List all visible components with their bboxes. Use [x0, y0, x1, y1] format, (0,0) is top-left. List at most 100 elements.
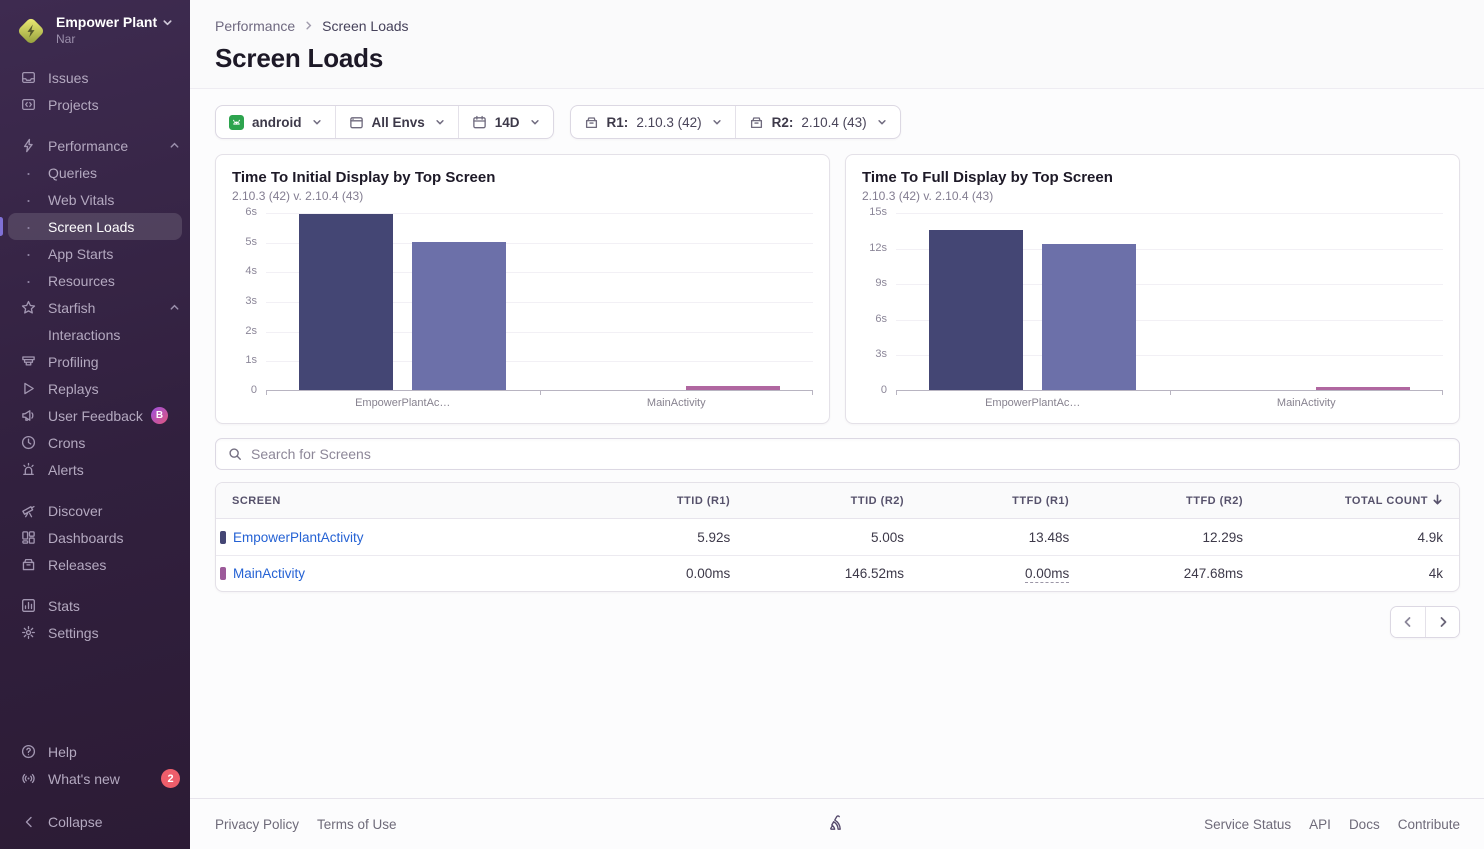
sidebar-item-settings[interactable]: Settings: [0, 619, 190, 646]
sidebar-item-app-starts[interactable]: ·App Starts: [0, 240, 190, 267]
page-title: Screen Loads: [215, 43, 1460, 74]
sidebar-item-performance[interactable]: Performance: [0, 132, 190, 159]
bullet-icon: ·: [20, 168, 37, 178]
sidebar-item-interactions[interactable]: Interactions: [0, 321, 190, 348]
date-range-filter[interactable]: 14D: [458, 106, 553, 138]
sidebar-item-label: Settings: [48, 625, 99, 641]
ttfd-chart-card: Time To Full Display by Top Screen 2.10.…: [845, 154, 1460, 424]
ttid-chart-title: Time To Initial Display by Top Screen: [232, 169, 813, 186]
page-header: Performance Screen Loads Screen Loads: [190, 0, 1484, 89]
sidebar-item-help[interactable]: Help: [0, 738, 190, 765]
sidebar: Empower Plant Nar IssuesProjects Performa…: [0, 0, 190, 849]
sidebar-item-starfish[interactable]: Starfish: [0, 294, 190, 321]
siren-icon: [20, 462, 37, 477]
environment-filter[interactable]: All Envs: [335, 106, 458, 138]
footer-link-docs[interactable]: Docs: [1349, 817, 1380, 832]
column-header-total-count[interactable]: TOTAL COUNT: [1259, 494, 1459, 508]
nav-group: Performance ·Queries·Web Vitals·Screen Lo…: [0, 132, 190, 483]
sidebar-item-replays[interactable]: Replays: [0, 375, 190, 402]
sidebar-item-web-vitals[interactable]: ·Web Vitals: [0, 186, 190, 213]
pagination: [215, 606, 1460, 638]
nav-group: Discover Dashboards Releases: [0, 497, 190, 578]
page-filters-group: android All Envs 14D: [215, 105, 554, 139]
screens-table: SCREENTTID (R1)TTID (R2) TTFD (R1) TTFD (R…: [215, 482, 1460, 592]
sidebar-item-label: Performance: [48, 138, 128, 154]
y-axis-tick: 3s: [875, 348, 887, 360]
sidebar-item-resources[interactable]: ·Resources: [0, 267, 190, 294]
footer-link-privacy-policy[interactable]: Privacy Policy: [215, 817, 299, 832]
screen-cell: MainActivity: [216, 566, 572, 581]
sidebar-item-queries[interactable]: ·Queries: [0, 159, 190, 186]
screen-link[interactable]: MainActivity: [233, 566, 305, 581]
ttfd-chart-subtitle: 2.10.3 (42) v. 2.10.4 (43): [862, 189, 1443, 203]
chart-bar[interactable]: [686, 386, 780, 390]
sidebar-item-projects[interactable]: Projects: [0, 91, 190, 118]
sidebar-item-releases[interactable]: Releases: [0, 551, 190, 578]
next-page-button[interactable]: [1425, 607, 1459, 637]
breadcrumb-performance[interactable]: Performance: [215, 18, 295, 34]
table-row-empowerplantactivity: EmpowerPlantActivity5.92s5.00s13.48s12.2…: [216, 519, 1459, 555]
org-subtitle: Nar: [56, 32, 173, 46]
chart-bar[interactable]: [412, 242, 506, 390]
breadcrumb: Performance Screen Loads: [215, 18, 1460, 34]
footer-link-contribute[interactable]: Contribute: [1398, 817, 1460, 832]
column-header-label: TTFD (R1): [1012, 495, 1069, 507]
column-header-ttfd-r1[interactable]: TTFD (R1): [920, 495, 1085, 507]
sidebar-item-label: Discover: [48, 503, 102, 519]
x-axis-label: MainActivity: [1170, 397, 1444, 409]
column-header-ttfd-r2[interactable]: TTFD (R2): [1085, 495, 1259, 507]
release-2-filter[interactable]: R2: 2.10.4 (43): [735, 106, 900, 138]
sidebar-item-user-feedback[interactable]: User FeedbackB: [0, 402, 190, 429]
previous-page-button[interactable]: [1391, 607, 1425, 637]
pagination-buttons: [1390, 606, 1460, 638]
release-1-filter[interactable]: R1: 2.10.3 (42): [571, 106, 735, 138]
sidebar-item-crons[interactable]: Crons: [0, 429, 190, 456]
table-header: SCREENTTID (R1)TTID (R2) TTFD (R1) TTFD (R…: [216, 483, 1459, 519]
footer-link-terms-of-use[interactable]: Terms of Use: [317, 817, 397, 832]
footer-link-service-status[interactable]: Service Status: [1204, 817, 1291, 832]
column-header-label: TTFD (R2): [1186, 495, 1243, 507]
count-badge: 2: [161, 769, 180, 788]
org-switcher[interactable]: Empower Plant Nar: [0, 12, 190, 48]
column-header-ttid-r1[interactable]: TTID (R1): [572, 495, 746, 507]
sidebar-item-screen-loads[interactable]: ·Screen Loads: [0, 213, 190, 240]
column-header-label: TOTAL COUNT: [1345, 495, 1428, 507]
sentry-logo-icon: [827, 813, 849, 835]
sidebar-item-profiling[interactable]: Profiling: [0, 348, 190, 375]
cell-value: 0.00ms: [1025, 566, 1069, 583]
sidebar-item-discover[interactable]: Discover: [0, 497, 190, 524]
sidebar-item-alerts[interactable]: Alerts: [0, 456, 190, 483]
screen-link[interactable]: EmpowerPlantActivity: [233, 530, 364, 545]
chart-bar[interactable]: [1042, 244, 1136, 390]
chart-bar[interactable]: [929, 230, 1023, 390]
broadcast-icon: [20, 771, 37, 786]
search-input[interactable]: [251, 446, 1447, 462]
value-cell: 12.29s: [1085, 530, 1259, 545]
sidebar-item-label: Releases: [48, 557, 106, 573]
y-axis-tick: 1s: [245, 354, 257, 366]
play-icon: [20, 381, 37, 396]
sidebar-item-issues[interactable]: Issues: [0, 64, 190, 91]
footer-link-api[interactable]: API: [1309, 817, 1331, 832]
project-filter[interactable]: android: [216, 106, 335, 138]
sidebar-item-stats[interactable]: Stats: [0, 592, 190, 619]
org-logo-icon: [14, 14, 48, 48]
chart-bar[interactable]: [299, 214, 393, 390]
bullet-icon: ·: [20, 195, 37, 205]
sidebar-item-label: Alerts: [48, 462, 84, 478]
column-header-ttid-r2[interactable]: TTID (R2): [746, 495, 920, 507]
column-header-screen[interactable]: SCREEN: [216, 495, 572, 507]
sidebar-item-what-s-new[interactable]: What's new2: [0, 765, 190, 792]
x-axis-label: EmpowerPlantAc…: [266, 397, 540, 409]
chart-bar[interactable]: [1316, 387, 1410, 390]
environment-filter-label: All Envs: [372, 115, 425, 130]
collapse-button[interactable]: Collapse: [0, 808, 190, 835]
screen-cell: EmpowerPlantActivity: [216, 530, 572, 545]
sidebar-item-dashboards[interactable]: Dashboards: [0, 524, 190, 551]
gear-icon: [20, 625, 37, 640]
cell-value: 0.00ms: [686, 566, 730, 581]
series-color-swatch: [220, 567, 226, 580]
chevron-down-icon: [162, 17, 173, 28]
sidebar-item-label: Starfish: [48, 300, 95, 316]
bullet-icon: ·: [20, 276, 37, 286]
